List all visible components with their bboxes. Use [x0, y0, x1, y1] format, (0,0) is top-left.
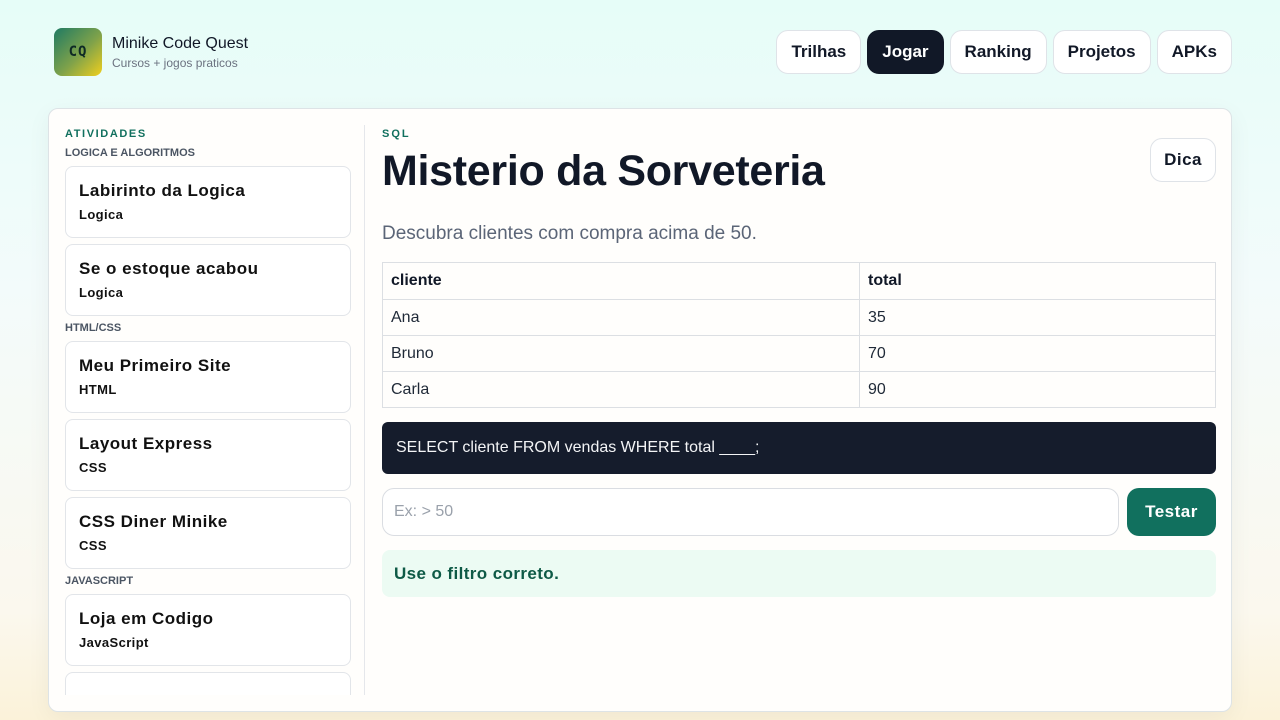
brand-subtitle: Cursos + jogos praticos	[112, 56, 238, 70]
activity-labirinto-da-logica[interactable]: Labirinto da Logica Logica	[65, 166, 351, 238]
activity-title: Loja em Codigo	[79, 609, 214, 628]
activity-meu-primeiro-site[interactable]: Meu Primeiro Site HTML	[65, 341, 351, 413]
nav-apks[interactable]: APKs	[1156, 30, 1232, 74]
activity-title: Meu Primeiro Site	[79, 356, 232, 375]
table-row: Bruno 70	[382, 335, 1216, 372]
sql-code-block: SELECT cliente FROM vendas WHERE total _…	[382, 422, 1216, 474]
activities-sidebar[interactable]: ATIVIDADES LOGICA E ALGORITMOS Labirinto…	[65, 125, 351, 695]
nav-jogar[interactable]: Jogar	[867, 30, 944, 74]
top-nav: Trilhas Jogar Ranking Projetos APKs	[776, 30, 1232, 74]
game-panel: SQL Misterio da Sorveteria Dica Descubra…	[382, 125, 1216, 597]
activity-tag: JavaScript	[79, 635, 149, 650]
page-title: Misterio da Sorveteria	[382, 147, 825, 195]
activity-tag: Logica	[79, 207, 124, 222]
nav-projetos[interactable]: Projetos	[1052, 30, 1151, 74]
activity-title: CSS Diner Minike	[79, 512, 228, 531]
column-header: total	[859, 262, 1216, 300]
nav-trilhas[interactable]: Trilhas	[776, 30, 862, 74]
column-header: cliente	[382, 262, 860, 300]
activity-tag: HTML	[79, 382, 117, 397]
main-card: ATIVIDADES LOGICA E ALGORITMOS Labirinto…	[48, 108, 1232, 712]
group-label-html-css: HTML/CSS	[65, 322, 122, 334]
category-eyebrow: SQL	[382, 128, 411, 140]
nav-ranking[interactable]: Ranking	[949, 30, 1047, 74]
activity-title: Layout Express	[79, 434, 213, 453]
activity-layout-express[interactable]: Layout Express CSS	[65, 419, 351, 491]
answer-row: Testar	[382, 488, 1216, 536]
activity-css-diner-minike[interactable]: CSS Diner Minike CSS	[65, 497, 351, 569]
table-row: Ana 35	[382, 299, 1216, 336]
table-cell: 35	[859, 299, 1216, 336]
activity-se-o-estoque-acabou[interactable]: Se o estoque acabou Logica	[65, 244, 351, 316]
data-table: cliente total Ana 35 Bruno 70 Carla 90	[382, 262, 1216, 408]
activity-tag: CSS	[79, 460, 107, 475]
logo: CQ	[54, 28, 102, 76]
activity-loja-em-codigo[interactable]: Loja em Codigo JavaScript	[65, 594, 351, 666]
table-header-row: cliente total	[382, 262, 1216, 300]
table-cell: 90	[859, 371, 1216, 408]
hint-button[interactable]: Dica	[1150, 138, 1216, 182]
test-button[interactable]: Testar	[1127, 488, 1216, 536]
activity-tag: Logica	[79, 285, 124, 300]
table-cell: Ana	[382, 299, 860, 336]
activity-next-partial[interactable]	[65, 672, 351, 695]
table-row: Carla 90	[382, 371, 1216, 408]
group-label-javascript: JAVASCRIPT	[65, 575, 134, 587]
activity-tag: CSS	[79, 538, 107, 553]
activity-title: Labirinto da Logica	[79, 181, 246, 200]
activity-title: Se o estoque acabou	[79, 259, 259, 278]
sidebar-divider	[364, 125, 365, 695]
brand-title: Minike Code Quest	[112, 35, 249, 52]
sidebar-heading: ATIVIDADES	[65, 128, 147, 140]
table-cell: Bruno	[382, 335, 860, 372]
challenge-description: Descubra clientes com compra acima de 50…	[382, 223, 757, 244]
table-cell: 70	[859, 335, 1216, 372]
answer-input[interactable]	[382, 488, 1119, 536]
table-cell: Carla	[382, 371, 860, 408]
group-label-logica: LOGICA E ALGORITMOS	[65, 147, 195, 159]
feedback-message: Use o filtro correto.	[382, 550, 1216, 597]
